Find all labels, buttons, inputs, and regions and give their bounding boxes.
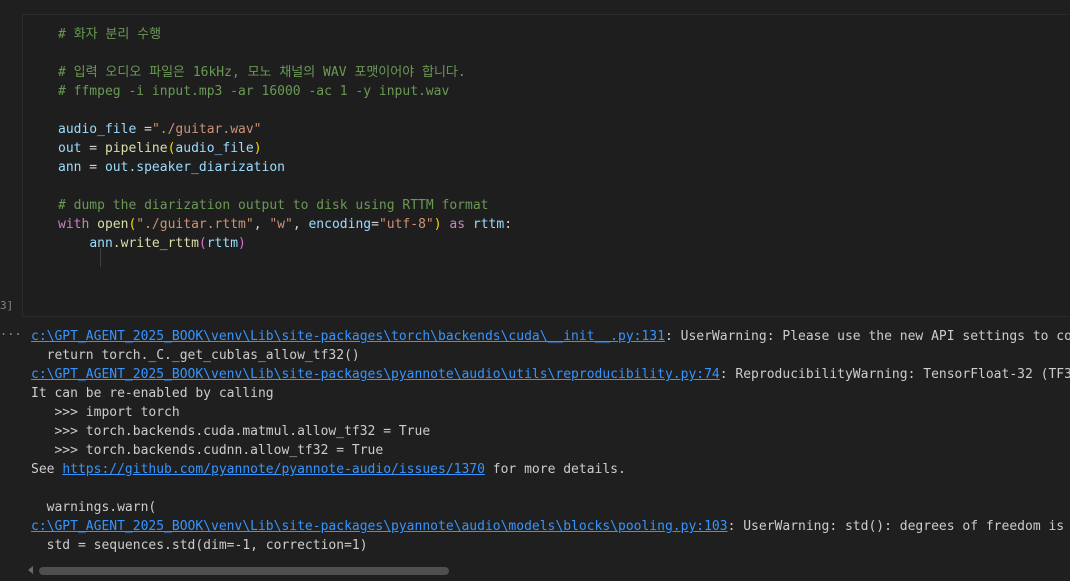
scrollbar-thumb[interactable] [39, 567, 449, 575]
string-token: "w" [269, 217, 293, 232]
warning-text: : ReproducibilityWarning: TensorFloat-32… [719, 367, 1070, 382]
output-line: >>> torch.backends.cuda.matmul.allow_tf3… [31, 424, 431, 439]
operator-token: = [81, 160, 105, 175]
keyword-token: as [441, 217, 473, 232]
output-menu-icon[interactable]: ... [0, 324, 22, 338]
variable-token: ann [89, 236, 113, 251]
output-line: std = sequences.std(dim=-1, correction=1… [31, 538, 368, 553]
operator-token: = [371, 217, 379, 232]
output-line: >>> import torch [31, 405, 180, 420]
variable-token: rttm [472, 217, 505, 232]
more-text: for more details. [484, 462, 626, 477]
code-cell[interactable]: # 화자 분리 수행 # 입력 오디오 파일은 16kHz, 모노 채널의 WA… [22, 14, 1070, 317]
attribute-token: .speaker_diarization [128, 160, 285, 175]
code-line: ann.write_rttm(rttm) [58, 234, 512, 253]
paren-token: ( [198, 236, 207, 251]
see-text: See [31, 462, 63, 477]
file-link[interactable]: c:\GPT_AGENT_2025_BOOK\venv\Lib\site-pac… [31, 367, 720, 382]
paren-token: ) [433, 217, 442, 232]
code-line: # dump the diarization output to disk us… [58, 198, 489, 213]
operator-token: = [81, 141, 105, 156]
indent-guide [100, 248, 101, 267]
code-line: with open("./guitar.rttm", "w", encoding… [58, 215, 512, 234]
parameter-token: encoding [308, 217, 372, 232]
string-token: "./guitar.rttm" [136, 217, 254, 232]
function-token: pipeline [104, 141, 168, 156]
warning-text: : UserWarning: Please use the new API se… [664, 329, 1070, 344]
variable-token: out [104, 160, 129, 175]
output-line: See https://github.com/pyannote/pyannote… [31, 460, 1070, 479]
code-line: out = pipeline(audio_file) [58, 139, 512, 158]
output-line: c:\GPT_AGENT_2025_BOOK\venv\Lib\site-pac… [31, 517, 1070, 536]
string-token: "./guitar.wav" [151, 122, 262, 137]
output-line: It can be re-enabled by calling [31, 386, 274, 401]
keyword-token: with [58, 217, 90, 232]
variable-token: rttm [206, 236, 239, 251]
code-editor[interactable]: # 화자 분리 수행 # 입력 오디오 파일은 16kHz, 모노 채널의 WA… [58, 25, 512, 267]
operator-token: = [136, 122, 152, 137]
paren-token: ) [253, 141, 262, 156]
code-line: audio_file ="./guitar.wav" [58, 120, 512, 139]
file-link[interactable]: c:\GPT_AGENT_2025_BOOK\venv\Lib\site-pac… [31, 329, 665, 344]
output-line-empty [31, 479, 1070, 498]
execution-count: 3] [0, 299, 14, 312]
horizontal-scrollbar[interactable] [24, 564, 1070, 578]
string-token: "utf-8" [378, 217, 434, 232]
variable-token: out [58, 141, 82, 156]
operator-token: : [504, 217, 513, 232]
operator-token: , [292, 217, 309, 232]
code-line: # 입력 오디오 파일은 16kHz, 모노 채널의 WAV 포맷이어야 합니다… [58, 65, 466, 80]
output-line: >>> torch.backends.cudnn.allow_tf32 = Tr… [31, 443, 384, 458]
function-token: .write_rttm [112, 236, 199, 251]
function-token: open [89, 217, 129, 232]
output-line: warnings.warn( [31, 500, 157, 515]
code-line: ann = out.speaker_diarization [58, 158, 512, 177]
scroll-left-arrow-icon[interactable] [28, 566, 33, 574]
variable-token: ann [58, 160, 82, 175]
operator-token: , [253, 217, 270, 232]
paren-token: ) [238, 236, 246, 251]
issue-link[interactable]: https://github.com/pyannote/pyannote-aud… [62, 462, 485, 477]
output-line: c:\GPT_AGENT_2025_BOOK\venv\Lib\site-pac… [31, 365, 1070, 384]
output-line: return torch._C._get_cublas_allow_tf32() [31, 348, 360, 363]
file-link[interactable]: c:\GPT_AGENT_2025_BOOK\venv\Lib\site-pac… [31, 519, 728, 534]
code-line: # ffmpeg -i input.mp3 -ar 16000 -ac 1 -y… [58, 84, 450, 99]
variable-token: audio_file [175, 141, 254, 156]
output-line: c:\GPT_AGENT_2025_BOOK\venv\Lib\site-pac… [31, 327, 1070, 346]
code-line: # 화자 분리 수행 [58, 27, 162, 42]
variable-token: audio_file [58, 122, 137, 137]
warning-text: : UserWarning: std(): degrees of freedom… [727, 519, 1070, 534]
cell-output: c:\GPT_AGENT_2025_BOOK\venv\Lib\site-pac… [31, 327, 1070, 555]
